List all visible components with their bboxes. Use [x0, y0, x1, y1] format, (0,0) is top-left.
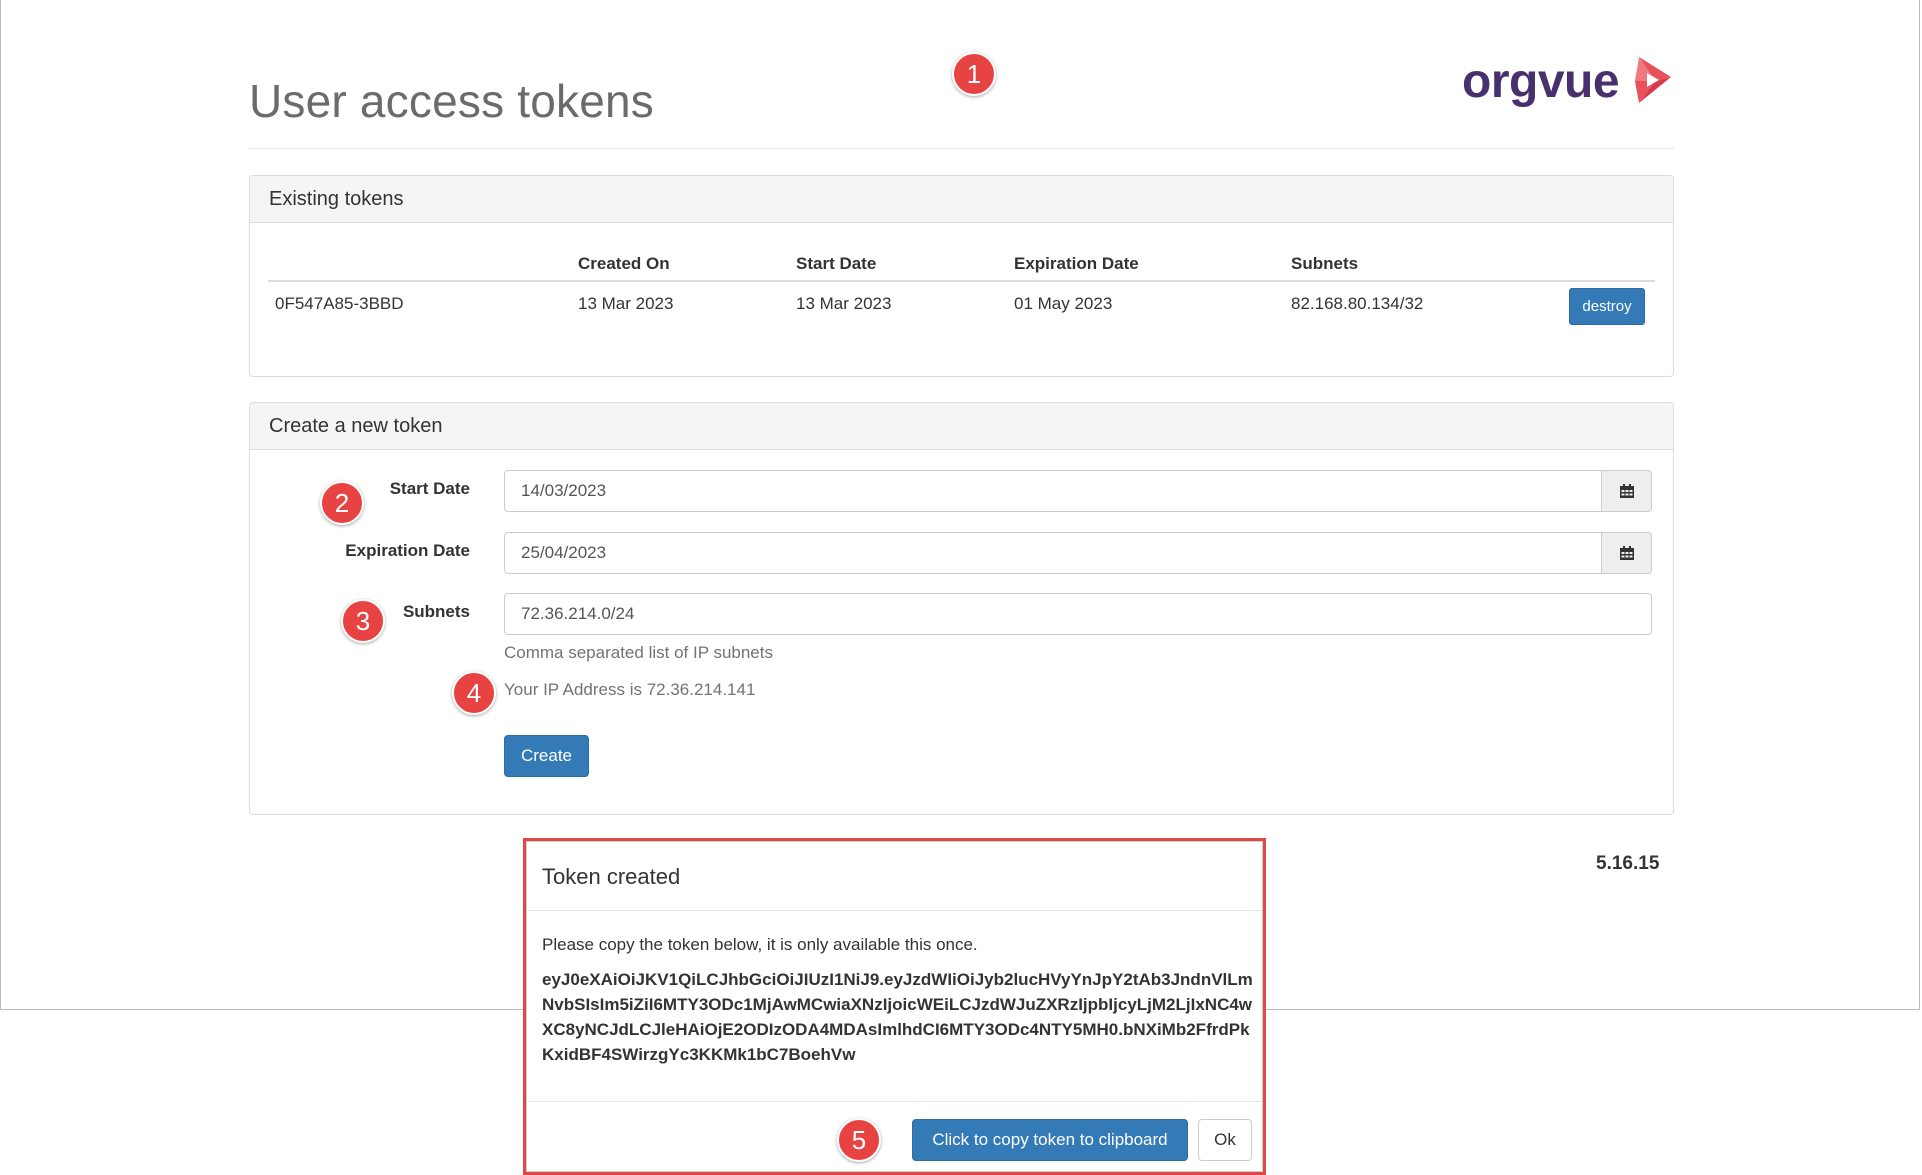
destroy-button[interactable]: destroy — [1569, 288, 1645, 325]
token-start-date: 13 Mar 2023 — [796, 294, 892, 313]
expiration-date-group — [504, 532, 1652, 574]
callout-1: 1 — [952, 52, 996, 96]
create-token-panel: Create a new token Start Date Expiration… — [249, 402, 1674, 815]
logo-wordmark: orgvue — [1462, 55, 1620, 108]
existing-tokens-panel: Existing tokens Created On Start Date Ex… — [249, 175, 1674, 377]
copy-token-button[interactable]: Click to copy token to clipboard — [912, 1119, 1188, 1161]
modal-content: Token created Please copy the token belo… — [526, 841, 1263, 1172]
start-date-calendar-button[interactable] — [1602, 470, 1652, 512]
table-row: 0F547A85-3BBD 13 Mar 2023 13 Mar 2023 01… — [268, 282, 1655, 332]
token-id: 0F547A85-3BBD — [275, 294, 404, 313]
token-created-on: 13 Mar 2023 — [578, 294, 674, 313]
calendar-icon — [1619, 484, 1634, 498]
expiration-date-label: Expiration Date — [345, 541, 470, 560]
column-header-expiration-date: Expiration Date — [1014, 254, 1139, 273]
subnets-help-text: Comma separated list of IP subnets — [504, 643, 773, 662]
token-created-modal: Token created Please copy the token belo… — [523, 838, 1266, 1175]
create-token-heading: Create a new token — [250, 403, 1673, 450]
tokens-table-header: Created On Start Date Expiration Date Su… — [268, 246, 1655, 282]
callout-3: 3 — [341, 599, 385, 643]
token-subnets: 82.168.80.134/32 — [1291, 294, 1424, 313]
expiration-date-calendar-button[interactable] — [1602, 532, 1652, 574]
token-expiration-date: 01 May 2023 — [1014, 294, 1113, 313]
modal-title: Token created — [542, 864, 681, 889]
callout-2: 2 — [320, 481, 364, 525]
modal-message: Please copy the token below, it is only … — [542, 935, 978, 954]
modal-footer-divider — [527, 1101, 1262, 1102]
modal-header-divider — [527, 910, 1262, 911]
orgvue-logo: orgvue — [1462, 54, 1675, 110]
start-date-group — [504, 470, 1652, 512]
subnets-group — [504, 593, 1652, 635]
create-button[interactable]: Create — [504, 735, 589, 777]
existing-tokens-heading: Existing tokens — [250, 176, 1673, 223]
ok-button[interactable]: Ok — [1198, 1119, 1252, 1161]
callout-4: 4 — [452, 671, 496, 715]
ip-address-text: Your IP Address is 72.36.214.141 — [504, 680, 756, 699]
expiration-date-input[interactable] — [504, 532, 1602, 574]
calendar-icon — [1619, 546, 1634, 560]
logo-mark-icon — [1635, 57, 1672, 103]
subnets-input[interactable] — [504, 593, 1652, 635]
page-title: User access tokens — [249, 75, 654, 127]
callout-5: 5 — [837, 1118, 881, 1162]
start-date-input[interactable] — [504, 470, 1602, 512]
column-header-subnets: Subnets — [1291, 254, 1359, 273]
tokens-table: Created On Start Date Expiration Date Su… — [268, 246, 1655, 332]
title-divider — [249, 148, 1674, 149]
version-label: 5.16.15 — [1596, 853, 1660, 874]
column-header-created-on: Created On — [578, 254, 670, 273]
column-header-start-date: Start Date — [796, 254, 877, 273]
token-value: eyJ0eXAiOiJKV1QiLCJhbGciOiJIUzI1NiJ9.eyJ… — [542, 970, 1253, 1064]
